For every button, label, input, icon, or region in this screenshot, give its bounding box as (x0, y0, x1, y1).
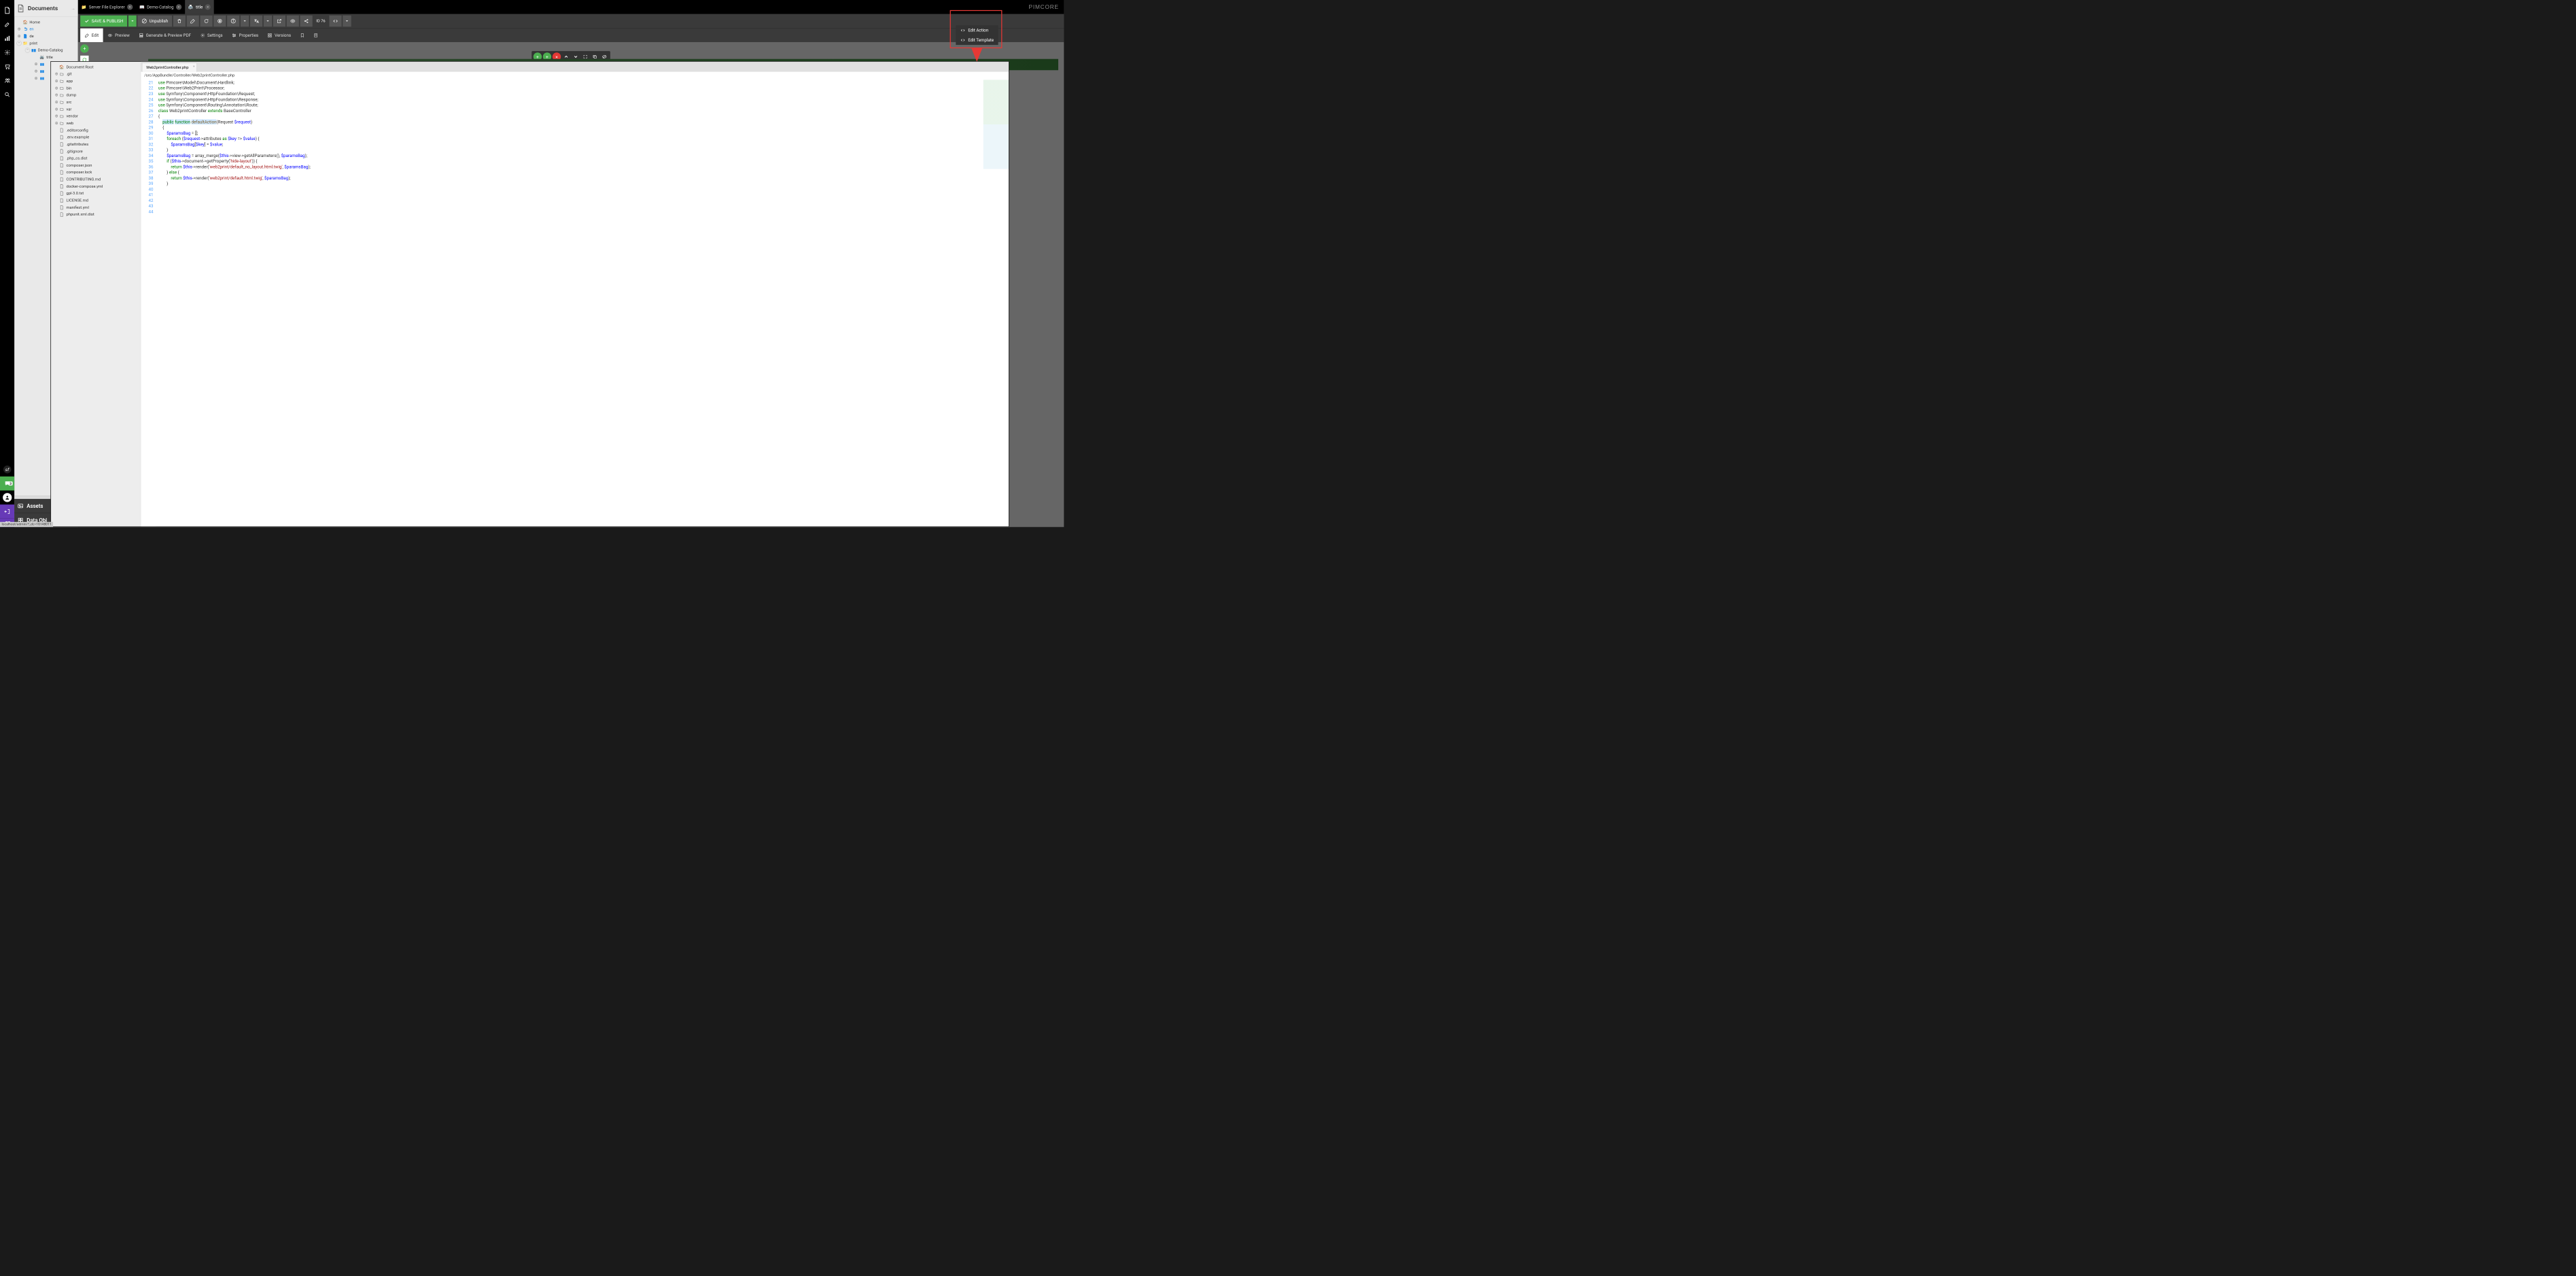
preview-button[interactable] (287, 16, 299, 27)
code-dropdown[interactable] (343, 16, 351, 27)
subtab-settings[interactable]: Settings (196, 29, 228, 43)
subtab-preview[interactable]: Preview (103, 29, 135, 43)
close-icon[interactable]: × (127, 4, 133, 10)
editor-tabs: Web2printController.php× (141, 62, 1009, 72)
logout-icon[interactable] (0, 504, 14, 519)
subtab-genpdf[interactable]: PDFGenerate & Preview PDF (134, 29, 195, 43)
tab-server-file-explorer[interactable]: 📁Server File Explorer× (78, 0, 136, 14)
file-tree-file[interactable]: LICENSE.md (51, 197, 141, 204)
share-button[interactable] (300, 16, 312, 27)
tab-demo-catalog[interactable]: 📖Demo-Catalog× (136, 0, 185, 14)
users-icon[interactable] (0, 73, 14, 88)
delete-button[interactable] (173, 16, 186, 27)
file-tree-dir[interactable]: ⊕var (51, 105, 141, 112)
save-publish-button[interactable]: SAVE & PUBLISH (80, 16, 127, 27)
file-tree-dir[interactable]: ⊕bin (51, 84, 141, 91)
symfony-icon[interactable]: sf (0, 462, 14, 477)
file-tree-file[interactable]: docker-compose.yml (51, 183, 141, 190)
left-rail: sf 3 (0, 0, 14, 527)
main-tabs: 📁Server File Explorer× 📖Demo-Catalog× 🖨️… (78, 0, 1064, 14)
user-avatar[interactable] (0, 491, 14, 505)
file-tree-file[interactable]: phpunit.xml.dist (51, 211, 141, 218)
translate-dropdown[interactable] (264, 16, 272, 27)
chat-badge: 3 (8, 481, 12, 485)
unpublish-button[interactable]: Unpublish (137, 16, 172, 27)
file-explorer: 🏠Document Root ⊕.git⊕app⊕bin⊕dump⊕src⊕va… (50, 61, 1009, 527)
search-icon[interactable] (0, 88, 14, 102)
translate-button[interactable] (250, 16, 262, 27)
file-tree-file[interactable]: composer.json (51, 162, 141, 169)
rename-button[interactable] (186, 16, 198, 27)
file-icon[interactable] (0, 3, 14, 18)
chart-icon[interactable] (0, 31, 14, 46)
documents-header: Documents → (14, 0, 78, 17)
subtab-bookmark[interactable] (296, 29, 309, 43)
subtab-edit[interactable]: Edit (80, 29, 103, 43)
line-gutter: 2122232425262728293031323334353637383940… (141, 80, 156, 526)
file-tree-file[interactable]: .gitattributes (51, 141, 141, 148)
arrow-annotation (971, 48, 983, 62)
edit-template-item[interactable]: Edit Template (956, 35, 998, 45)
tree-print[interactable]: −📁print (14, 39, 78, 46)
file-tree-file[interactable]: .php_cs.dist (51, 155, 141, 162)
settings-icon[interactable] (0, 46, 14, 60)
svg-text:PDF: PDF (140, 35, 143, 37)
file-tree-root[interactable]: 🏠Document Root (51, 63, 141, 70)
file-tree-dir[interactable]: ⊕web (51, 120, 141, 126)
chat-icon[interactable]: 3 (0, 477, 14, 491)
close-icon[interactable]: × (193, 65, 195, 69)
tree-en[interactable]: ⊕en (14, 26, 78, 33)
tree-de[interactable]: ⊕de (14, 33, 78, 39)
close-icon[interactable]: × (176, 4, 181, 10)
file-tree-file[interactable]: .editorconfig (51, 126, 141, 133)
file-tree-file[interactable]: .gitignore (51, 148, 141, 154)
minimap[interactable] (984, 80, 1009, 526)
brand-logo: PIMCORE (1029, 4, 1059, 10)
subtab-notes[interactable] (309, 29, 323, 43)
file-tree-file[interactable]: manifest.yml (51, 204, 141, 211)
code-content[interactable]: use Pimcore\Model\Document\Hardlink;use … (156, 80, 984, 526)
reload-button[interactable] (200, 16, 212, 27)
file-tree-file[interactable]: gpl-3.0.txt (51, 190, 141, 196)
edit-action-item[interactable]: Edit Action (956, 25, 998, 35)
file-tree-dir[interactable]: ⊕app (51, 77, 141, 84)
file-tree-dir[interactable]: ⊕src (51, 99, 141, 105)
file-tree-dir[interactable]: ⊕vendor (51, 113, 141, 120)
tree-home[interactable]: 🏠Home (14, 18, 78, 25)
info-button[interactable] (227, 16, 239, 27)
canvas-add-button[interactable]: + (80, 44, 88, 52)
file-tree-file[interactable]: .env.example (51, 134, 141, 141)
file-path: /src/AppBundle/Controller/Web2printContr… (141, 72, 1009, 80)
toolbar: SAVE & PUBLISH Unpublish ID 76 (78, 14, 1064, 29)
file-tree-file[interactable]: CONTRIBUTING.md (51, 176, 141, 183)
file-tree-dir[interactable]: ⊕.git (51, 71, 141, 77)
code-dropdown-menu: Edit Action Edit Template (956, 25, 998, 45)
cart-icon[interactable] (0, 60, 14, 74)
target-button[interactable] (213, 16, 226, 27)
code-editor: Web2printController.php× /src/AppBundle/… (141, 62, 1009, 527)
code-button[interactable] (329, 16, 341, 27)
info-dropdown[interactable] (241, 16, 249, 27)
subtab-versions[interactable]: Versions (263, 29, 296, 43)
tools-icon[interactable] (0, 18, 14, 32)
documents-title: Documents (28, 5, 71, 12)
file-tree-file[interactable]: composer.lock (51, 169, 141, 175)
id-label: ID 76 (313, 19, 328, 24)
subtab-properties[interactable]: Properties (227, 29, 262, 43)
editor-tab[interactable]: Web2printController.php× (142, 63, 197, 72)
file-tree: 🏠Document Root ⊕.git⊕app⊕bin⊕dump⊕src⊕va… (51, 62, 141, 527)
tree-demo-catalog[interactable]: −Demo-Catalog (14, 47, 78, 54)
collapse-icon[interactable]: → (71, 5, 75, 11)
file-tree-dir[interactable]: ⊕dump (51, 92, 141, 99)
sub-toolbar: Edit Preview PDFGenerate & Preview PDF S… (78, 28, 1064, 42)
close-icon[interactable]: × (205, 4, 211, 10)
save-publish-dropdown[interactable] (128, 16, 137, 27)
tree-title[interactable]: 🖨️title (14, 54, 78, 61)
status-bar: localhost/admin/?_dc=16148011 (0, 522, 53, 527)
open-button[interactable] (273, 16, 285, 27)
tab-title[interactable]: 🖨️title× (185, 0, 214, 14)
